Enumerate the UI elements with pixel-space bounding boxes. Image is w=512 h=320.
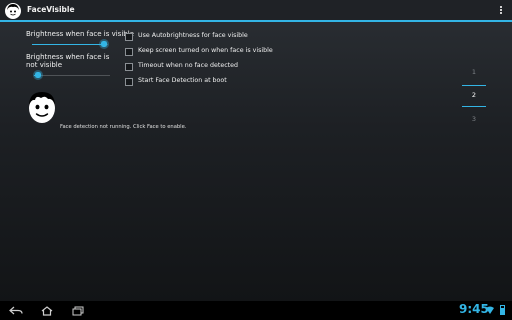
action-bar: FaceVisible: [0, 0, 512, 22]
page-3[interactable]: 3: [462, 115, 486, 123]
slider-label-not-visible: Brightness when face is not visible: [26, 53, 110, 69]
wifi-icon: [486, 306, 494, 314]
page-1[interactable]: 1: [462, 68, 486, 76]
face-icon[interactable]: [5, 3, 21, 19]
page-2-selected[interactable]: 2: [462, 91, 486, 99]
brightness-visible-thumb[interactable]: [99, 39, 109, 49]
start-at-boot-checkbox[interactable]: [125, 78, 133, 86]
status-message: Face detection not running. Click Face t…: [60, 124, 187, 130]
brightness-visible-slider[interactable]: [32, 44, 108, 45]
brightness-not-visible-thumb[interactable]: [33, 70, 43, 80]
brightness-not-visible-slider[interactable]: [34, 75, 110, 76]
page-divider: [462, 106, 486, 107]
option-label: Timeout when no face detected: [138, 62, 239, 69]
option-label: Keep screen turned on when face is visib…: [138, 47, 273, 54]
slider-fill: [32, 44, 104, 45]
page-divider: [462, 85, 486, 86]
back-icon[interactable]: [9, 306, 23, 316]
app-title: FaceVisible: [27, 5, 75, 14]
status-clock: 9:45: [459, 302, 489, 316]
keep-screen-on-checkbox[interactable]: [125, 48, 133, 56]
autobrightness-checkbox[interactable]: [125, 33, 133, 41]
option-label: Use Autobrightness for face visible: [138, 32, 248, 39]
battery-icon: [500, 305, 505, 315]
option-label: Start Face Detection at boot: [138, 77, 227, 84]
timeout-checkbox[interactable]: [125, 63, 133, 71]
slider-label-visible: Brightness when face is visible: [26, 30, 134, 38]
recent-apps-icon[interactable]: [71, 306, 85, 316]
overflow-menu-icon[interactable]: [498, 5, 504, 17]
navigation-bar: [0, 301, 512, 320]
home-icon[interactable]: [40, 306, 54, 316]
face-icon[interactable]: [27, 90, 57, 124]
